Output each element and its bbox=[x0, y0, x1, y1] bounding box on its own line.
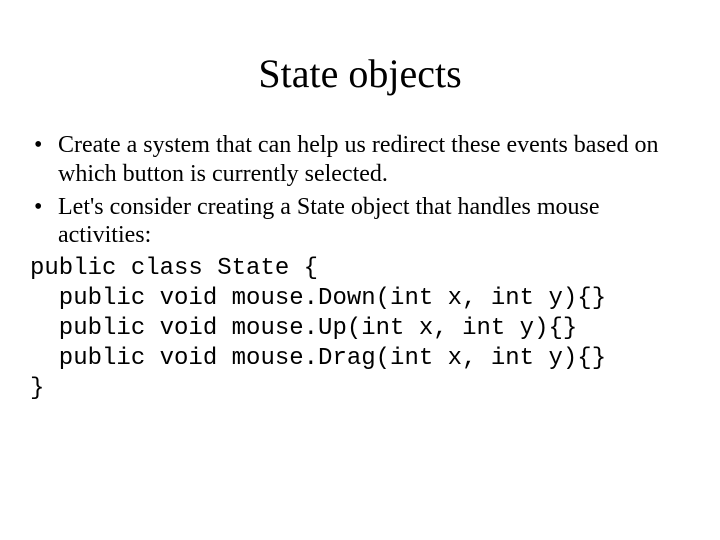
code-line: public void mouse.Drag(int x, int y){} bbox=[30, 345, 606, 372]
code-line: } bbox=[30, 375, 44, 402]
bullet-list: Create a system that can help us redirec… bbox=[30, 131, 690, 250]
code-line: public class State { bbox=[30, 255, 318, 282]
slide-body: Create a system that can help us redirec… bbox=[30, 131, 690, 404]
code-line: public void mouse.Down(int x, int y){} bbox=[30, 285, 606, 312]
bullet-item: Create a system that can help us redirec… bbox=[30, 131, 690, 189]
slide-title: State objects bbox=[30, 50, 690, 97]
code-line: public void mouse.Up(int x, int y){} bbox=[30, 315, 577, 342]
code-block: public class State { public void mouse.D… bbox=[30, 254, 690, 404]
bullet-item: Let's consider creating a State object t… bbox=[30, 193, 690, 251]
slide: State objects Create a system that can h… bbox=[0, 0, 720, 540]
